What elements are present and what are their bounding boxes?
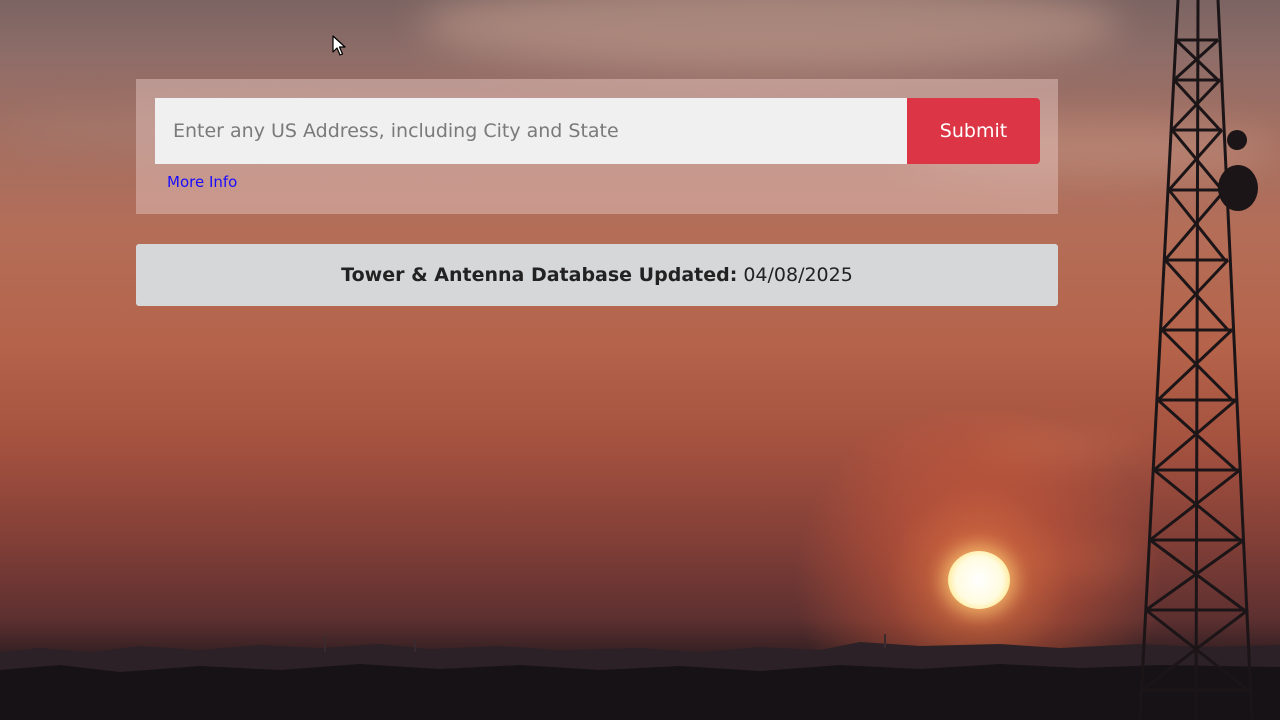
address-search-card: Submit More Info xyxy=(136,79,1058,214)
cloud xyxy=(420,0,1120,70)
more-info-link[interactable]: More Info xyxy=(167,173,237,191)
treeline-silhouette xyxy=(0,634,1280,720)
radio-tower-silhouette xyxy=(1138,0,1258,720)
address-search-input[interactable] xyxy=(155,98,907,164)
database-update-banner: Tower & Antenna Database Updated: 04/08/… xyxy=(136,244,1058,306)
submit-button[interactable]: Submit xyxy=(907,98,1040,164)
page-background: Submit More Info Tower & Antenna Databas… xyxy=(0,0,1280,720)
database-update-label: Tower & Antenna Database Updated: xyxy=(341,264,738,286)
database-update-date: 04/08/2025 xyxy=(743,264,853,286)
sun xyxy=(948,551,1010,609)
mouse-pointer-icon xyxy=(332,35,346,56)
